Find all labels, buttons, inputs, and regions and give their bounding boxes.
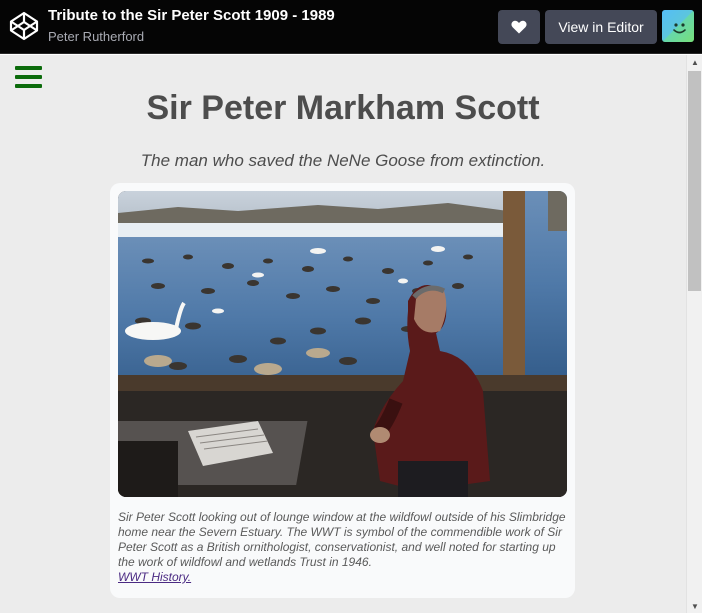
page-tagline: The man who saved the NeNe Goose from ex… [140,151,546,170]
pen-title: Tribute to the Sir Peter Scott 1909 - 19… [48,7,335,24]
vertical-scrollbar[interactable]: ▲ ▼ [686,55,702,613]
scroll-down-icon[interactable]: ▼ [687,599,702,613]
image-card: Sir Peter Scott looking out of lounge wi… [110,183,575,598]
scroll-thumb[interactable] [688,71,701,291]
menu-icon[interactable] [15,66,42,90]
codepen-logo-icon[interactable] [8,10,40,42]
peter-scott-photo [118,191,567,497]
preview-frame: Sir Peter Markham Scott The man who save… [0,55,686,613]
caption-text: Sir Peter Scott looking out of lounge wi… [118,510,566,569]
page-title: Sir Peter Markham Scott [146,89,540,127]
pen-author[interactable]: Peter Rutherford [48,29,144,44]
user-avatar[interactable] [662,10,694,42]
scroll-up-icon[interactable]: ▲ [687,55,702,69]
top-bar: Tribute to the Sir Peter Scott 1909 - 19… [0,0,702,54]
view-in-editor-button[interactable]: View in Editor [545,10,657,44]
wwt-history-link[interactable]: WWT History. [118,570,570,585]
smiley-icon [662,10,694,42]
heart-button[interactable] [498,10,540,44]
heart-icon [511,20,527,34]
photo-caption: Sir Peter Scott looking out of lounge wi… [118,510,570,585]
